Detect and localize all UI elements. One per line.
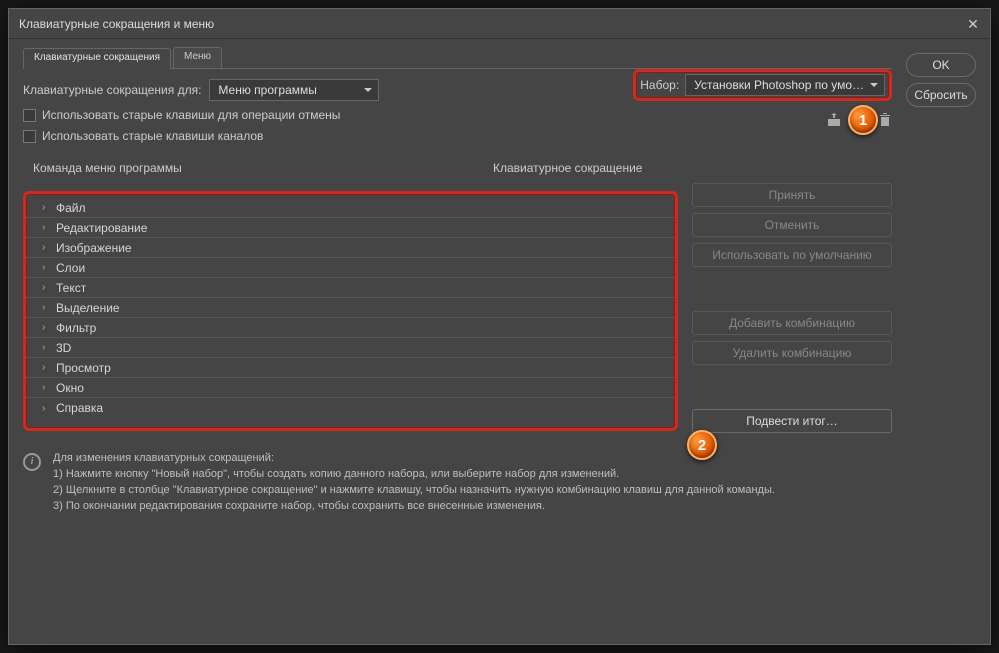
- command-list-highlight: ›Файл ›Редактирование ›Изображение ›Слои…: [23, 191, 678, 431]
- info-panel: i Для изменения клавиатурных сокращений:…: [23, 451, 892, 515]
- annotation-badge-2: 2: [687, 430, 717, 460]
- tab-bar: Клавиатурные сокращения Меню: [23, 47, 892, 69]
- use-default-button[interactable]: Использовать по умолчанию: [692, 243, 892, 267]
- info-line-2: 2) Щелкните в столбце "Клавиатурное сокр…: [53, 483, 775, 499]
- keyboard-shortcuts-dialog: Клавиатурные сокращения и меню ✕ Клавиат…: [8, 8, 991, 645]
- info-line-1: 1) Нажмите кнопку "Новый набор", чтобы с…: [53, 467, 775, 483]
- column-shortcut: Клавиатурное сокращение: [493, 161, 892, 175]
- tree-item-text[interactable]: ›Текст: [26, 278, 675, 298]
- shortcuts-for-label: Клавиатурные сокращения для:: [23, 83, 201, 97]
- summarize-button[interactable]: Подвести итог…: [692, 409, 892, 433]
- delete-set-icon[interactable]: [878, 113, 892, 130]
- ok-button[interactable]: OK: [906, 53, 976, 77]
- titlebar: Клавиатурные сокращения и меню ✕: [9, 9, 990, 39]
- chevron-right-icon: ›: [42, 282, 50, 293]
- tree-item-window[interactable]: ›Окно: [26, 378, 675, 398]
- info-heading: Для изменения клавиатурных сокращений:: [53, 451, 775, 467]
- delete-shortcut-button[interactable]: Удалить комбинацию: [692, 341, 892, 365]
- chevron-right-icon: ›: [42, 342, 50, 353]
- column-command: Команда меню программы: [23, 161, 493, 175]
- accept-button[interactable]: Принять: [692, 183, 892, 207]
- right-column: OK Сбросить: [906, 47, 976, 630]
- undo-button[interactable]: Отменить: [692, 213, 892, 237]
- info-line-3: 3) По окончании редактирования сохраните…: [53, 499, 775, 515]
- set-highlight: Набор: Установки Photoshop по умо…: [633, 69, 892, 101]
- tab-menus[interactable]: Меню: [173, 47, 222, 68]
- chevron-right-icon: ›: [42, 202, 50, 213]
- tree-item-image[interactable]: ›Изображение: [26, 238, 675, 258]
- dialog-title: Клавиатурные сокращения и меню: [19, 17, 214, 31]
- legacy-undo-label: Использовать старые клавиши для операции…: [42, 108, 340, 122]
- tree-item-file[interactable]: ›Файл: [26, 198, 675, 218]
- action-buttons: Принять Отменить Использовать по умолчан…: [692, 183, 892, 433]
- command-tree: ›Файл ›Редактирование ›Изображение ›Слои…: [26, 198, 675, 418]
- tree-item-view[interactable]: ›Просмотр: [26, 358, 675, 378]
- tree-item-layers[interactable]: ›Слои: [26, 258, 675, 278]
- list-headers: Команда меню программы Клавиатурное сокр…: [23, 161, 892, 175]
- set-select[interactable]: Установки Photoshop по умо…: [685, 74, 885, 96]
- chevron-right-icon: ›: [42, 262, 50, 273]
- legacy-undo-checkbox[interactable]: [23, 109, 36, 122]
- left-column: Клавиатурные сокращения Меню Клавиатурны…: [23, 47, 892, 630]
- chevron-right-icon: ›: [42, 382, 50, 393]
- tree-item-edit[interactable]: ›Редактирование: [26, 218, 675, 238]
- top-controls: Клавиатурные сокращения для: Меню програ…: [23, 69, 892, 143]
- tree-item-3d[interactable]: ›3D: [26, 338, 675, 358]
- save-set-icon[interactable]: [826, 113, 842, 130]
- chevron-right-icon: ›: [42, 302, 50, 313]
- tree-item-filter[interactable]: ›Фильтр: [26, 318, 675, 338]
- tree-item-select[interactable]: ›Выделение: [26, 298, 675, 318]
- tree-item-help[interactable]: ›Справка: [26, 398, 675, 418]
- set-label: Набор:: [640, 78, 679, 92]
- annotation-badge-1: 1: [848, 105, 878, 135]
- tab-shortcuts[interactable]: Клавиатурные сокращения: [23, 48, 171, 69]
- add-shortcut-button[interactable]: Добавить комбинацию: [692, 311, 892, 335]
- reset-button[interactable]: Сбросить: [906, 83, 976, 107]
- legacy-channel-label: Использовать старые клавиши каналов: [42, 129, 263, 143]
- chevron-right-icon: ›: [42, 403, 50, 414]
- dialog-body: Клавиатурные сокращения Меню Клавиатурны…: [9, 39, 990, 644]
- chevron-right-icon: ›: [42, 222, 50, 233]
- chevron-right-icon: ›: [42, 362, 50, 373]
- chevron-right-icon: ›: [42, 322, 50, 333]
- legacy-channel-checkbox[interactable]: [23, 130, 36, 143]
- info-icon: i: [23, 453, 41, 471]
- chevron-right-icon: ›: [42, 242, 50, 253]
- shortcuts-for-select[interactable]: Меню программы: [209, 79, 379, 101]
- close-icon[interactable]: ✕: [964, 15, 982, 33]
